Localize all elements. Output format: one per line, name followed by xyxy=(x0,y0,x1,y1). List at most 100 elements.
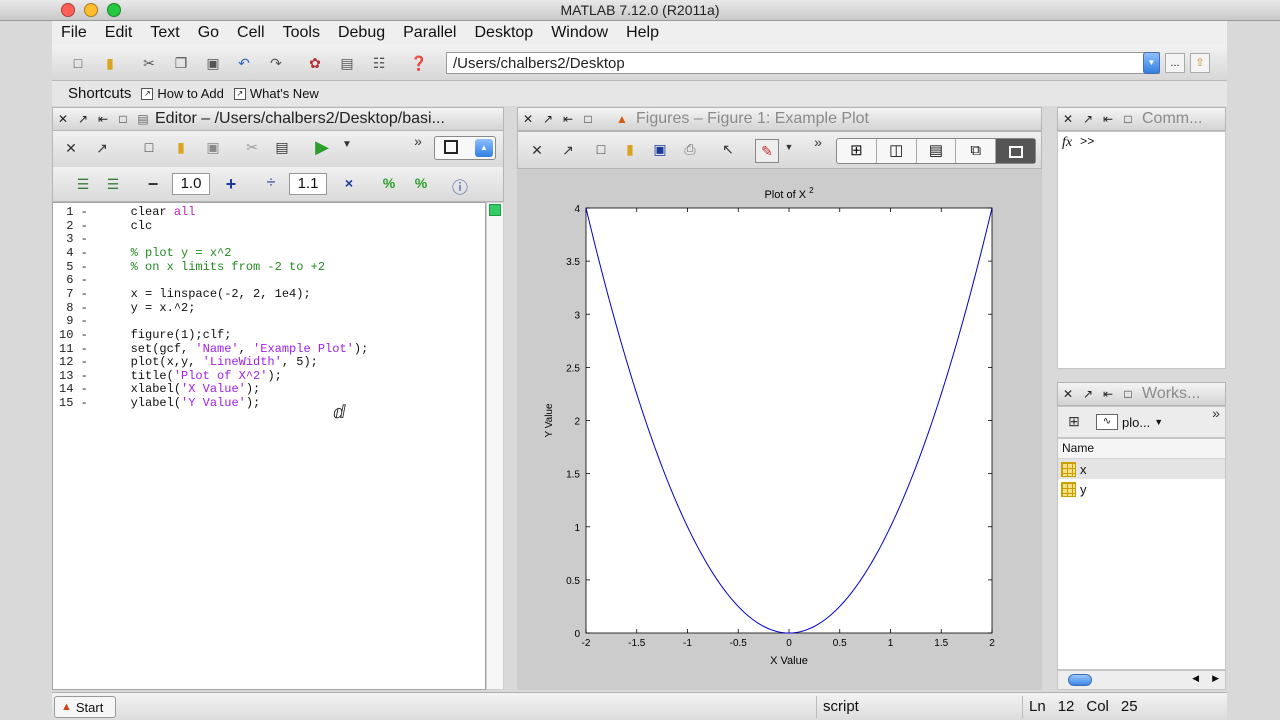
open-folder-icon[interactable]: ▮ xyxy=(101,54,119,72)
new-variable-icon[interactable]: ⊞ xyxy=(1064,413,1084,430)
increment-icon[interactable]: + xyxy=(221,174,241,195)
close-icon[interactable]: ✕ xyxy=(527,142,547,159)
overflow-chevron-icon[interactable]: » xyxy=(1206,405,1226,421)
run-options-icon[interactable]: ▼ xyxy=(337,139,357,150)
code-line[interactable]: 14 - xlabel('X Value'); xyxy=(59,382,260,396)
print-icon[interactable]: ⎙ xyxy=(680,141,700,158)
menu-tools[interactable]: Tools xyxy=(274,24,329,42)
new-file-icon[interactable]: □ xyxy=(69,54,87,72)
insert-cell-icon[interactable]: ☰ xyxy=(73,176,93,193)
uncomment-percent-icon[interactable]: % xyxy=(411,175,431,191)
code-line[interactable]: 12 - plot(x,y, 'LineWidth', 5); xyxy=(59,355,318,369)
undock-icon[interactable]: ↗ xyxy=(1078,112,1098,126)
close-icon[interactable]: ✕ xyxy=(61,140,81,157)
multiply-icon[interactable]: × xyxy=(339,175,359,191)
variable-row[interactable]: y xyxy=(1058,479,1225,499)
current-directory-field[interactable]: /Users/chalbers2/Desktop xyxy=(446,52,1160,74)
undock-icon[interactable]: ↗ xyxy=(538,112,558,126)
workspace-horizontal-scrollbar[interactable]: ◀ ▶ xyxy=(1057,670,1226,690)
find-icon[interactable]: ▤ xyxy=(272,139,292,156)
cut-icon[interactable]: ✂ xyxy=(242,139,262,156)
code-line[interactable]: 8 - y = x.^2; xyxy=(59,301,195,315)
close-icon[interactable]: ✕ xyxy=(1058,387,1078,401)
menu-edit[interactable]: Edit xyxy=(96,24,142,42)
minimize-icon[interactable]: ⇤ xyxy=(1098,112,1118,126)
code-analyzer-status-icon[interactable] xyxy=(489,204,501,216)
divide-icon[interactable]: ÷ xyxy=(261,174,281,192)
guide-icon[interactable]: ▤ xyxy=(338,54,356,72)
profiler-icon[interactable]: ☷ xyxy=(370,54,388,72)
menu-file[interactable]: File xyxy=(52,24,96,42)
brush-icon[interactable]: ✎ xyxy=(755,139,779,163)
code-line[interactable]: 9 - xyxy=(59,314,131,328)
grid-layout-icon[interactable]: ⊞ xyxy=(837,139,877,163)
undock-icon[interactable]: ↗ xyxy=(1078,387,1098,401)
maximize-icon[interactable]: □ xyxy=(1118,387,1138,401)
code-line[interactable]: 1 - clear all xyxy=(59,205,195,219)
open-folder-icon[interactable]: ▮ xyxy=(171,139,191,156)
scroll-right-icon[interactable]: ▶ xyxy=(1212,673,1219,684)
run-icon[interactable]: ▶ xyxy=(312,137,332,158)
menu-window[interactable]: Window xyxy=(542,24,617,42)
layout-dropdown[interactable]: ▲ xyxy=(434,136,496,160)
brush-dropdown-icon[interactable]: ▼ xyxy=(779,142,799,152)
maximize-icon[interactable]: □ xyxy=(1118,112,1138,126)
code-line[interactable]: 3 - xyxy=(59,232,131,246)
code-line[interactable]: 15 - ylabel('Y Value'); xyxy=(59,396,260,410)
minimize-icon[interactable]: ⇤ xyxy=(558,112,578,126)
overflow-chevron-icon[interactable]: » xyxy=(408,133,428,149)
maximize-icon[interactable]: □ xyxy=(113,112,133,126)
variable-row[interactable]: x xyxy=(1058,459,1225,479)
directory-dropdown-button[interactable]: ▼ xyxy=(1143,52,1160,74)
minimize-icon[interactable]: ⇤ xyxy=(93,112,113,126)
code-line[interactable]: 13 - title('Plot of X^2'); xyxy=(59,369,282,383)
code-line[interactable]: 10 - figure(1);clf; xyxy=(59,328,231,342)
paste-icon[interactable]: ▣ xyxy=(204,54,222,72)
code-line[interactable]: 11 - set(gcf, 'Name', 'Example Plot'); xyxy=(59,342,368,356)
save-icon[interactable]: ▣ xyxy=(650,141,670,158)
undock-icon[interactable]: ↗ xyxy=(73,112,93,126)
copy-icon[interactable]: ❐ xyxy=(172,54,190,72)
start-button[interactable]: ▲ Start xyxy=(54,696,116,718)
code-line[interactable]: 4 - % plot y = x^2 xyxy=(59,246,231,260)
overflow-chevron-icon[interactable]: » xyxy=(808,134,828,150)
plot-selector-dropdown[interactable]: ∿ plo... ▼ xyxy=(1096,411,1180,433)
menu-text[interactable]: Text xyxy=(141,24,188,42)
undock-icon[interactable]: ↗ xyxy=(92,140,112,157)
name-column-header[interactable]: Name xyxy=(1058,439,1225,459)
maximize-icon[interactable]: □ xyxy=(578,112,598,126)
undock-icon[interactable]: ↗ xyxy=(558,142,578,159)
menu-cell[interactable]: Cell xyxy=(228,24,274,42)
code-line[interactable]: 2 - clc xyxy=(59,219,152,233)
menu-parallel[interactable]: Parallel xyxy=(394,24,465,42)
cell-break-icon[interactable]: ☰ xyxy=(103,176,123,193)
save-icon[interactable]: ▣ xyxy=(203,139,223,156)
cell-info-icon[interactable]: ⓘ xyxy=(450,174,470,198)
redo-icon[interactable]: ↷ xyxy=(267,54,285,72)
browse-folder-button[interactable]: ... xyxy=(1165,53,1185,73)
parent-folder-button[interactable]: ⇧ xyxy=(1190,53,1210,73)
new-figure-icon[interactable]: □ xyxy=(591,141,611,157)
close-icon[interactable]: ✕ xyxy=(1058,112,1078,126)
scroll-left-icon[interactable]: ◀ xyxy=(1192,673,1199,684)
pointer-icon[interactable]: ↖ xyxy=(718,141,738,158)
close-icon[interactable]: ✕ xyxy=(518,112,538,126)
help-icon[interactable]: ❓ xyxy=(410,54,428,72)
minimize-icon[interactable]: ⇤ xyxy=(1098,387,1118,401)
undo-icon[interactable]: ↶ xyxy=(235,54,253,72)
code-line[interactable]: 7 - x = linspace(-2, 2, 1e4); xyxy=(59,287,310,301)
divide-value-field[interactable]: 1.1 xyxy=(289,173,327,195)
maximize-layout-icon[interactable] xyxy=(996,139,1035,163)
decrement-value-field[interactable]: 1.0 xyxy=(172,173,210,195)
columns-layout-icon[interactable]: ◫ xyxy=(877,139,917,163)
simulink-icon[interactable]: ✿ xyxy=(306,54,324,72)
cut-icon[interactable]: ✂ xyxy=(140,54,158,72)
new-file-icon[interactable]: □ xyxy=(139,139,159,155)
shortcut-whats-new[interactable]: ↗ What's New xyxy=(233,86,319,101)
close-icon[interactable]: ✕ xyxy=(53,112,73,126)
shortcut-how-to-add[interactable]: ↗ How to Add xyxy=(141,86,224,101)
float-layout-icon[interactable]: ⧉ xyxy=(956,139,997,163)
code-line[interactable]: 5 - % on x limits from -2 to +2 xyxy=(59,260,325,274)
function-browser-icon[interactable]: fx xyxy=(1062,135,1072,151)
command-window[interactable]: fx >> xyxy=(1057,131,1226,369)
